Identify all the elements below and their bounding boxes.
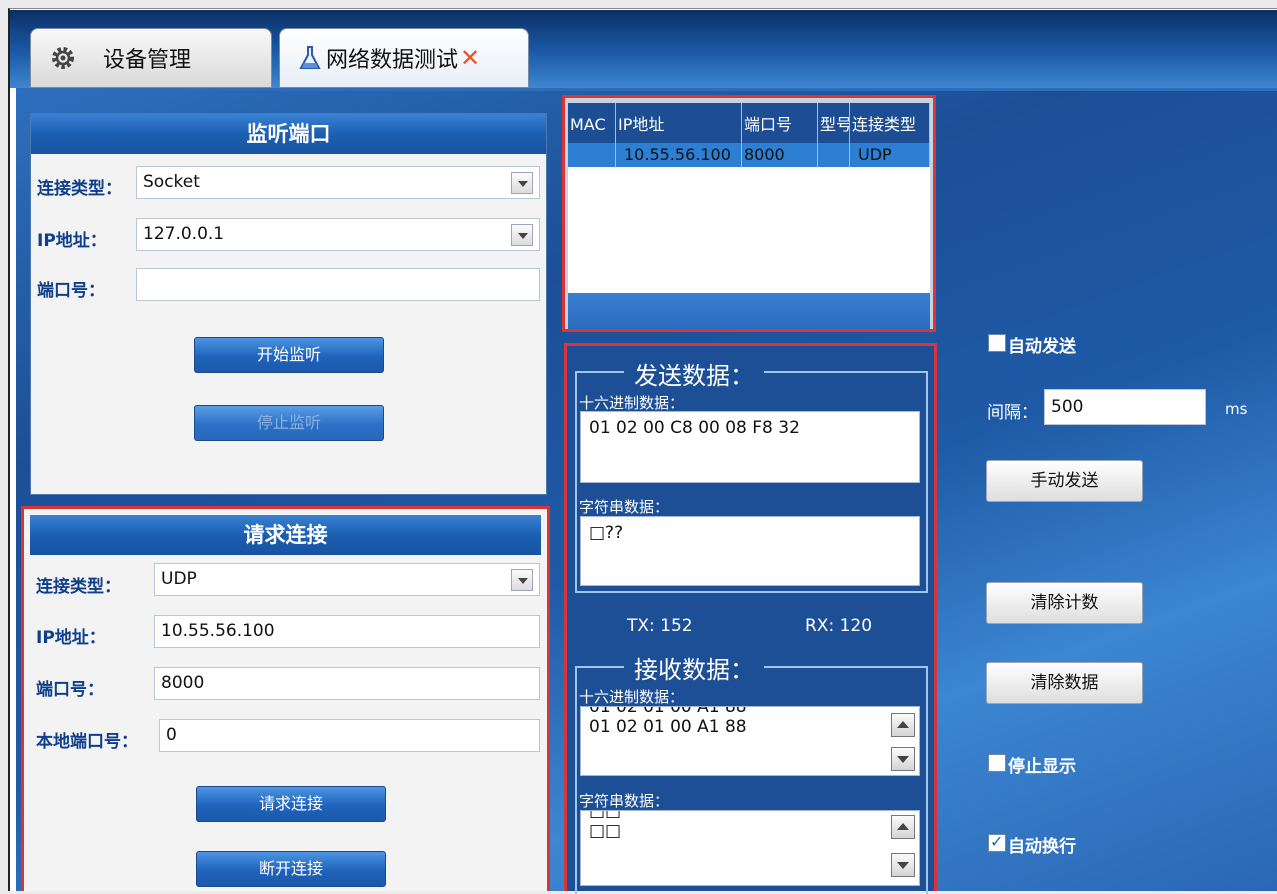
send-title: 发送数据： (624, 356, 764, 391)
conn-type-select[interactable]: UDP (154, 563, 540, 596)
tab-device-management[interactable]: 设备管理 (30, 28, 272, 88)
gear-icon (52, 47, 74, 69)
request-connect-panel: 请求连接 连接类型： UDP IP地址： 10.55.56.100 端口号： 8… (21, 506, 550, 891)
ip-field[interactable]: 10.55.56.100 (154, 615, 540, 648)
local-port-label: 本地端口号： (36, 732, 138, 752)
hex-line: 01 02 01 00 A1 88 (589, 717, 747, 737)
manual-send-button[interactable]: 手动发送 (986, 460, 1143, 502)
listen-port-panel: 监听端口 连接类型： Socket IP地址： 127.0.0.1 端口号： 开… (30, 113, 547, 495)
clear-count-button[interactable]: 清除计数 (986, 582, 1143, 624)
device-table-frame: MAC IP地址 端口号 型号 连接类型 10.55.56.100 8000 U… (562, 95, 936, 332)
receive-title: 接收数据： (624, 650, 764, 685)
hex-label: 十六进制数据： (579, 394, 685, 412)
stop-display-label: 停止显示 (1008, 757, 1076, 777)
stop-display-checkbox[interactable] (988, 754, 1006, 772)
str-line: □□ (589, 821, 622, 841)
interval-label: 间隔： (987, 403, 1038, 423)
stop-listen-button[interactable]: 停止监听 (194, 405, 384, 441)
auto-send-checkbox[interactable] (988, 334, 1006, 352)
device-table: MAC IP地址 端口号 型号 连接类型 10.55.56.100 8000 U… (568, 103, 930, 293)
table-cell[interactable] (568, 143, 616, 167)
table-header: MAC (568, 103, 616, 143)
select-value: Socket (143, 172, 200, 192)
receive-string-textarea[interactable]: □□ □□ (580, 810, 920, 886)
table-cell[interactable] (818, 143, 850, 167)
hex-label: 十六进制数据： (579, 688, 685, 706)
request-connect-button[interactable]: 请求连接 (196, 786, 386, 822)
port-field[interactable] (136, 268, 540, 301)
table-header: 端口号 (742, 103, 818, 143)
interval-field[interactable]: 500 (1044, 389, 1206, 425)
clear-data-button[interactable]: 清除数据 (986, 662, 1143, 704)
panel-title: 监听端口 (31, 114, 546, 154)
auto-send-label: 自动发送 (1008, 337, 1076, 357)
tx-counter: TX: 152 (627, 616, 693, 636)
send-string-textarea[interactable]: □?? (580, 516, 920, 586)
panel-title: 请求连接 (30, 515, 541, 555)
conn-type-label: 连接类型： (37, 179, 122, 199)
chevron-down-icon[interactable] (511, 569, 533, 591)
close-icon[interactable]: ✕ (460, 44, 480, 72)
str-line-partial: □□ (589, 810, 622, 821)
select-value: 127.0.0.1 (143, 224, 225, 244)
ip-label: IP地址： (37, 231, 107, 251)
tab-label: 网络数据测试 (326, 48, 459, 73)
table-header: IP地址 (616, 103, 742, 143)
auto-wrap-checkbox[interactable] (988, 832, 1006, 852)
receive-hex-textarea[interactable]: 01 02 01 00 A1 88 01 02 01 00 A1 88 (580, 706, 920, 776)
ip-label: IP地址： (36, 628, 106, 648)
table-footer (568, 293, 930, 329)
tab-label: 设备管理 (103, 48, 192, 73)
table-cell[interactable]: 10.55.56.100 (616, 143, 742, 167)
auto-wrap-label: 自动换行 (1008, 837, 1076, 857)
send-hex-textarea[interactable]: 01 02 00 C8 00 08 F8 32 (580, 411, 920, 483)
flask-icon (299, 46, 321, 69)
select-value: UDP (161, 569, 197, 589)
conn-type-select[interactable]: Socket (136, 166, 540, 199)
table-header: 型号 (818, 103, 850, 143)
table-cell[interactable]: 8000 (742, 143, 818, 167)
scroll-up-icon[interactable] (891, 713, 915, 737)
port-field[interactable]: 8000 (154, 667, 540, 700)
scroll-down-icon[interactable] (891, 747, 915, 771)
interval-unit: ms (1225, 400, 1248, 418)
scroll-down-icon[interactable] (891, 853, 915, 877)
port-label: 端口号： (36, 680, 104, 700)
ip-select[interactable]: 127.0.0.1 (136, 218, 540, 251)
tab-network-data-test[interactable]: 网络数据测试 ✕ (279, 28, 529, 88)
port-label: 端口号： (37, 281, 105, 301)
chevron-down-icon[interactable] (511, 224, 533, 246)
chevron-down-icon[interactable] (511, 172, 533, 194)
str-label: 字符串数据： (579, 498, 670, 516)
disconnect-button[interactable]: 断开连接 (196, 851, 386, 887)
conn-type-label: 连接类型： (36, 577, 121, 597)
start-listen-button[interactable]: 开始监听 (194, 337, 384, 373)
table-header: 连接类型 (850, 103, 930, 143)
hex-line-partial: 01 02 01 00 A1 88 (589, 706, 747, 717)
data-panel: 发送数据： 十六进制数据： 01 02 00 C8 00 08 F8 32 字符… (564, 343, 937, 894)
str-label: 字符串数据： (579, 792, 670, 810)
rx-counter: RX: 120 (805, 616, 873, 636)
scroll-up-icon[interactable] (891, 815, 915, 839)
table-cell[interactable]: UDP (850, 143, 930, 167)
local-port-field[interactable]: 0 (159, 719, 540, 752)
